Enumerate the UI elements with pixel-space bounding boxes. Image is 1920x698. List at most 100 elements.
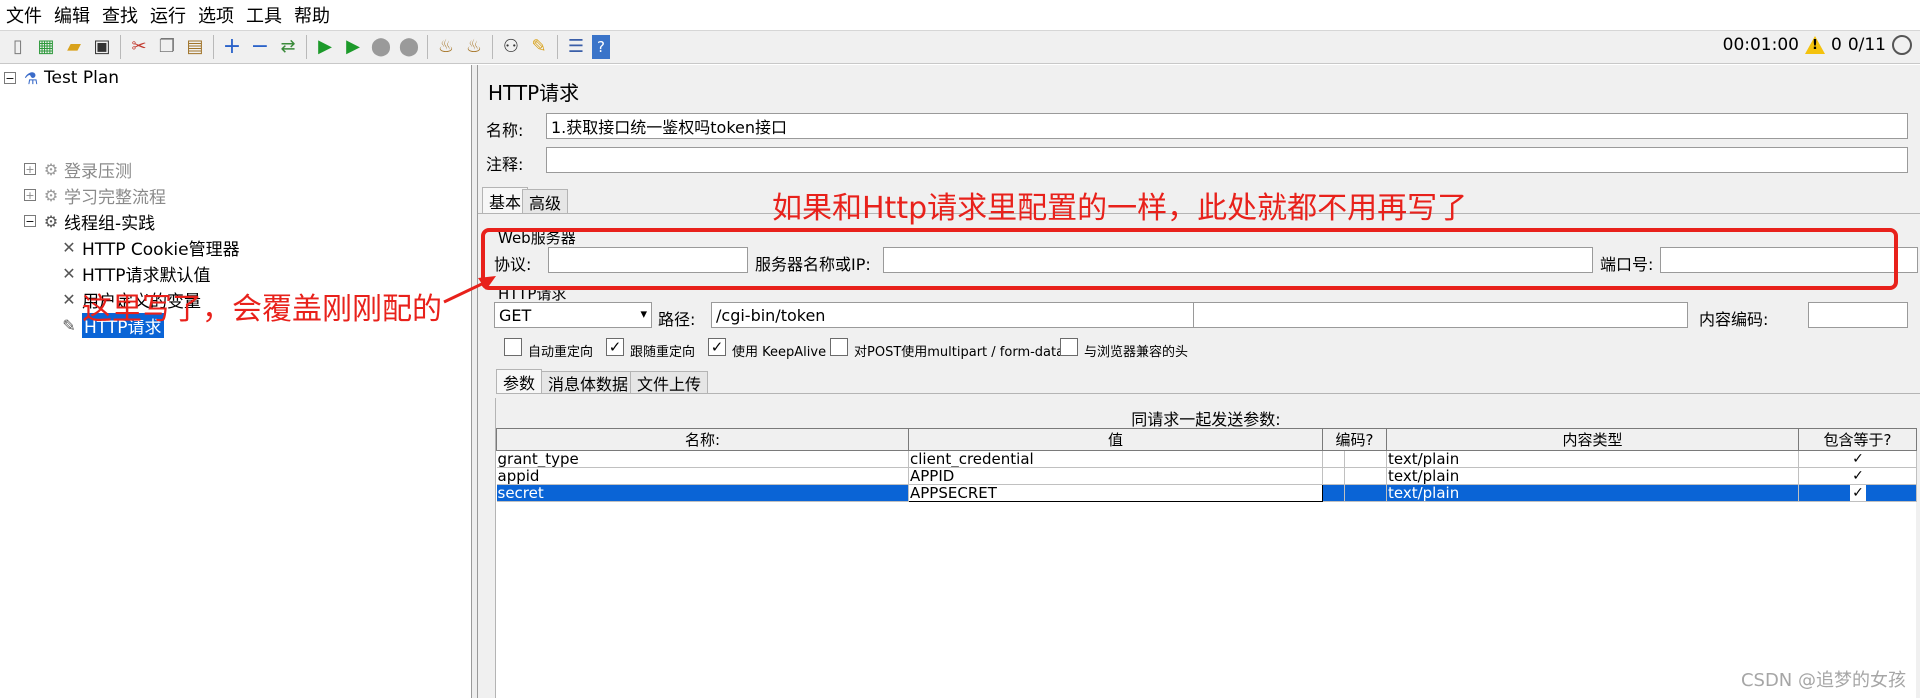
running-indicator-icon — [1892, 35, 1912, 55]
clear-icon[interactable]: ♨ — [434, 35, 458, 59]
follow-redirect-checkbox[interactable]: ✓ — [606, 338, 624, 356]
column-header-content-type[interactable]: 内容类型 — [1386, 428, 1799, 451]
save-icon[interactable]: ▣ — [90, 35, 114, 59]
cut-icon[interactable]: ✂ — [127, 35, 151, 59]
table-row[interactable]: grant_type client_credential text/plain … — [496, 450, 1917, 468]
param-encode-extra-cell[interactable] — [1344, 484, 1387, 502]
path-label: 路径: — [658, 310, 696, 329]
menu-edit[interactable]: 编辑 — [54, 2, 90, 28]
comment-input[interactable] — [546, 147, 1908, 173]
parameters-table: 名称: 值 编码? 内容类型 包含等于? grant_type client_c… — [496, 428, 1917, 502]
column-header-include-equals[interactable]: 包含等于? — [1798, 428, 1917, 451]
encoding-label: 内容编码: — [1699, 310, 1769, 329]
expand-toggle-icon[interactable]: + — [24, 163, 36, 175]
browser-headers-checkbox[interactable] — [1060, 338, 1078, 356]
toolbar-separator — [306, 35, 307, 59]
table-empty-area[interactable] — [496, 496, 1916, 698]
param-include-equals[interactable]: ✓ — [1798, 450, 1917, 468]
menu-help[interactable]: 帮助 — [294, 2, 330, 28]
tree-item-cookie-manager[interactable]: ✕ HTTP Cookie管理器 — [60, 235, 239, 260]
name-input[interactable]: 1.获取接口统一鉴权吗token接口 — [546, 113, 1908, 139]
tree-item-test-plan[interactable]: − ⚗ Test Plan — [4, 66, 119, 90]
clear-all-icon[interactable]: ♨ — [462, 35, 486, 59]
param-encode-cell[interactable] — [1322, 484, 1345, 502]
tab-body-data[interactable]: 消息体数据 — [541, 371, 636, 394]
collapse-icon[interactable]: − — [248, 35, 272, 59]
open-icon[interactable]: ▰ — [62, 35, 86, 59]
checkmark-icon: ✓ — [1852, 468, 1864, 484]
shutdown-icon[interactable]: ⬤ — [397, 35, 421, 59]
multipart-checkbox[interactable] — [830, 338, 848, 356]
menu-bar: 文件 编辑 查找 运行 选项 工具 帮助 — [0, 0, 1920, 30]
param-encode-extra-cell[interactable] — [1344, 450, 1387, 468]
menu-options[interactable]: 选项 — [198, 2, 234, 28]
param-include-equals[interactable]: ✓ — [1798, 467, 1917, 485]
keepalive-label: 使用 KeepAlive — [732, 345, 827, 360]
param-value[interactable]: client_credential — [908, 450, 1323, 468]
checkmark-icon: ✓ — [1850, 485, 1866, 501]
search-icon[interactable]: ⚇ — [499, 35, 523, 59]
start-icon[interactable]: ▶ — [313, 35, 337, 59]
http-request-panel: HTTP请求 名称: 1.获取接口统一鉴权吗token接口 注释: 基本 高级 … — [478, 65, 1920, 698]
param-encode-extra-cell[interactable] — [1344, 467, 1387, 485]
method-value: GET — [499, 305, 532, 325]
parameters-panel: 同请求一起发送参数: 名称: 值 编码? 内容类型 包含等于? grant_ty… — [495, 398, 1917, 698]
param-name[interactable]: grant_type — [496, 450, 909, 468]
param-content-type[interactable]: text/plain — [1386, 467, 1799, 485]
param-encode-cell[interactable] — [1322, 450, 1345, 468]
param-content-type[interactable]: text/plain — [1386, 484, 1799, 502]
collapse-toggle-icon[interactable]: − — [4, 72, 16, 84]
reset-search-icon[interactable]: ✎ — [527, 35, 551, 59]
help-icon[interactable]: ? — [592, 35, 610, 59]
table-row[interactable]: appid APPID text/plain ✓ — [496, 467, 1917, 485]
expand-icon[interactable]: + — [220, 35, 244, 59]
start-no-pause-icon[interactable]: ▶ — [341, 35, 365, 59]
param-content-type[interactable]: text/plain — [1386, 450, 1799, 468]
subtab-divider — [496, 393, 1920, 394]
param-value-editor[interactable]: APPSECRET — [908, 484, 1323, 502]
menu-search[interactable]: 查找 — [102, 2, 138, 28]
function-helper-icon[interactable]: ☰ — [564, 35, 588, 59]
toolbar: ▯ ▦ ▰ ▣ ✂ ❐ ▤ + − ⇄ ▶ ▶ ⬤ ⬤ ♨ ♨ ⚇ ✎ ☰ ? … — [0, 30, 1920, 64]
new-icon[interactable]: ▯ — [6, 35, 30, 59]
collapse-toggle-icon[interactable]: − — [24, 215, 36, 227]
tree-item-http-defaults[interactable]: ✕ HTTP请求默认值 — [60, 261, 210, 286]
keepalive-checkbox[interactable]: ✓ — [708, 338, 726, 356]
method-select[interactable]: GET ▾ — [494, 302, 652, 328]
follow-redirect-label: 跟随重定向 — [630, 345, 696, 360]
stop-icon[interactable]: ⬤ — [369, 35, 393, 59]
annotation-arrow-icon — [443, 276, 496, 304]
column-header-name[interactable]: 名称: — [496, 428, 909, 451]
copy-icon[interactable]: ❐ — [155, 35, 179, 59]
templates-icon[interactable]: ▦ — [34, 35, 58, 59]
auto-redirect-checkbox[interactable] — [504, 338, 522, 356]
menu-tools[interactable]: 工具 — [246, 2, 282, 28]
param-value[interactable]: APPID — [908, 467, 1323, 485]
tree-item-login-load[interactable]: + ⚙ 登录压测 — [24, 157, 132, 182]
column-header-value[interactable]: 值 — [908, 428, 1323, 451]
paste-icon[interactable]: ▤ — [183, 35, 207, 59]
tab-file-upload[interactable]: 文件上传 — [630, 371, 709, 394]
menu-run[interactable]: 运行 — [150, 2, 186, 28]
path-input[interactable]: /cgi-bin/token — [711, 302, 1195, 328]
path-input-extension[interactable] — [1193, 302, 1688, 328]
tree-item-thread-group[interactable]: − ⚙ 线程组-实践 — [24, 209, 155, 234]
parameters-title: 同请求一起发送参数: — [1131, 410, 1281, 429]
param-name[interactable]: secret — [496, 484, 909, 502]
tab-advanced[interactable]: 高级 — [522, 189, 569, 213]
auto-redirect-label: 自动重定向 — [528, 345, 594, 360]
expand-toggle-icon[interactable]: + — [24, 189, 36, 201]
tree-item-learning-flow[interactable]: + ⚙ 学习完整流程 — [24, 183, 166, 208]
tab-parameters[interactable]: 参数 — [496, 369, 543, 393]
thread-group-icon: ⚙ — [43, 211, 59, 231]
table-row-selected[interactable]: secret APPSECRET text/plain ✓ — [496, 484, 1917, 502]
config-element-icon: ✕ — [62, 263, 76, 283]
column-header-encode[interactable]: 编码? — [1322, 428, 1387, 451]
param-name[interactable]: appid — [496, 467, 909, 485]
encoding-input[interactable] — [1808, 302, 1908, 328]
menu-file[interactable]: 文件 — [6, 2, 42, 28]
param-encode-cell[interactable] — [1322, 467, 1345, 485]
param-include-equals[interactable]: ✓ — [1798, 484, 1917, 502]
toggle-icon[interactable]: ⇄ — [276, 35, 300, 59]
warning-icon[interactable] — [1804, 36, 1825, 54]
